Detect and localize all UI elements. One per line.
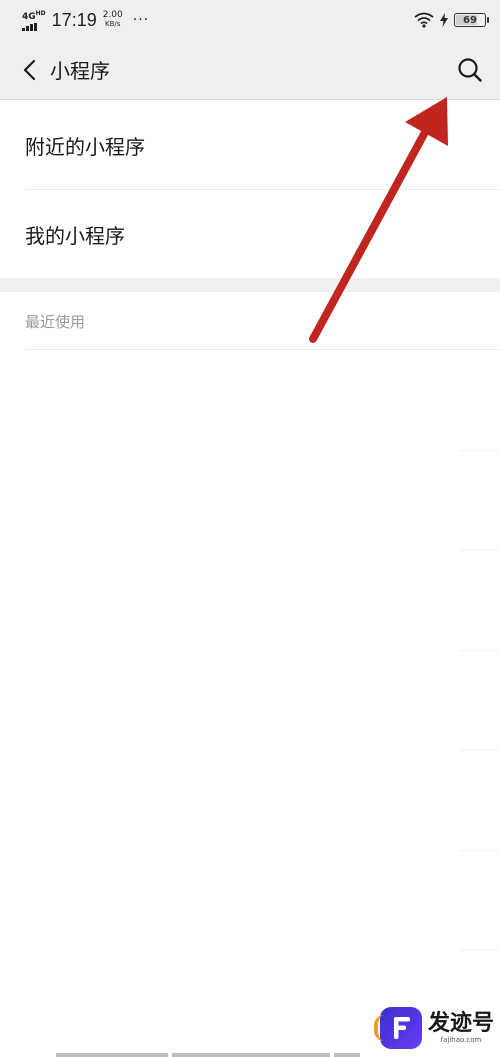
status-time: 17:19 xyxy=(51,9,97,30)
watermark-logo-icon xyxy=(373,1007,422,1049)
bottom-gesture-bar xyxy=(56,1053,360,1057)
edge-divider xyxy=(460,850,500,851)
search-button[interactable] xyxy=(440,40,500,100)
edge-divider xyxy=(460,450,500,451)
charging-icon xyxy=(440,13,448,27)
section-header-recent: 最近使用 xyxy=(0,292,500,350)
menu-list: 附近的小程序 我的小程序 xyxy=(0,101,500,278)
page-title: 小程序 xyxy=(50,59,110,83)
cellular-signal-icon: 4GHD xyxy=(22,9,46,31)
back-button[interactable] xyxy=(0,40,50,100)
watermark-domain: fajihao.com xyxy=(440,1036,482,1044)
network-speed-unit: KB/s xyxy=(105,20,121,28)
network-speed: 2.00 KB/s xyxy=(103,11,123,29)
battery-level: 69 xyxy=(463,14,477,26)
edge-divider xyxy=(460,950,500,951)
chevron-left-icon xyxy=(23,59,36,80)
section-divider xyxy=(25,349,500,350)
more-notifications-icon: ··· xyxy=(132,12,150,28)
battery-icon: 69 xyxy=(454,13,489,27)
network-speed-value: 2.00 xyxy=(102,10,123,20)
section-gap xyxy=(0,278,500,292)
watermark: 发迹号 fajihao.com xyxy=(373,1007,494,1049)
status-bar: 4GHD 17:19 2.00 KB/s ··· 69 xyxy=(0,0,500,40)
edge-divider xyxy=(460,650,500,651)
menu-item-my-mini-programs[interactable]: 我的小程序 xyxy=(0,190,500,278)
network-hd-badge: HD xyxy=(35,10,46,17)
menu-item-nearby-mini-programs[interactable]: 附近的小程序 xyxy=(0,101,500,189)
search-icon xyxy=(458,57,482,82)
edge-divider xyxy=(460,550,500,551)
nav-bar: 小程序 xyxy=(0,40,500,100)
watermark-name: 发迹号 xyxy=(427,1011,494,1036)
wifi-icon xyxy=(414,12,434,28)
edge-divider xyxy=(460,750,500,751)
network-type: 4G xyxy=(22,12,36,22)
menu-item-label: 我的小程序 xyxy=(25,223,125,248)
section-header-label: 最近使用 xyxy=(25,312,86,331)
menu-item-label: 附近的小程序 xyxy=(25,134,145,159)
